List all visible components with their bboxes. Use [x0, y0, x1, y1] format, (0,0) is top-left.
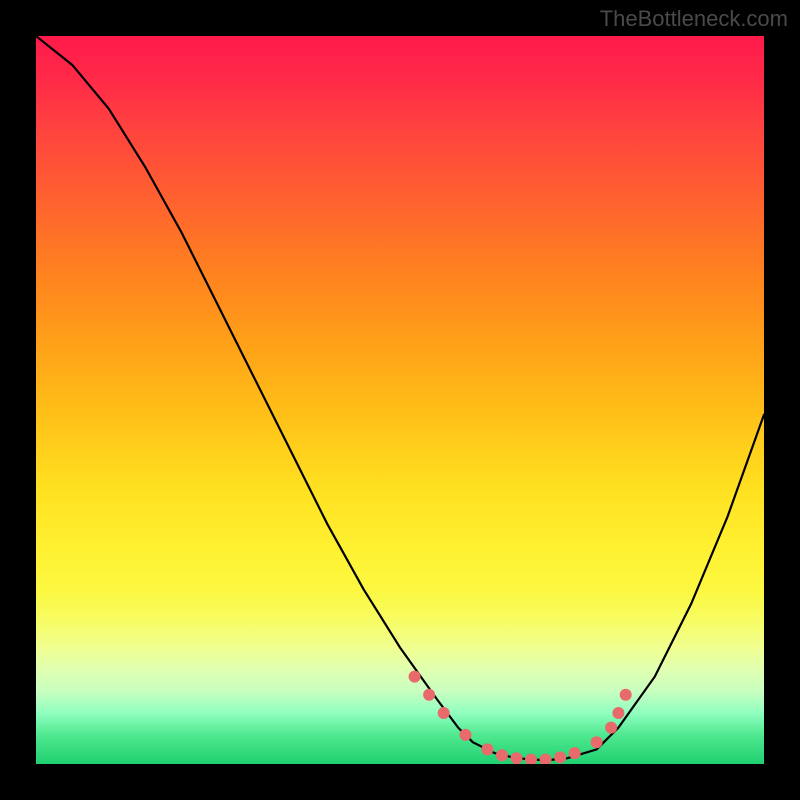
chart-svg [36, 36, 764, 764]
marker-dot [511, 752, 523, 764]
marker-dot [605, 722, 617, 734]
highlight-markers [409, 671, 632, 764]
marker-dot [409, 671, 421, 683]
marker-dot [481, 743, 493, 755]
marker-dot [620, 689, 632, 701]
marker-dot [460, 729, 472, 741]
marker-dot [569, 747, 581, 759]
chart-plot-area [36, 36, 764, 764]
marker-dot [540, 754, 552, 764]
marker-dot [496, 749, 508, 761]
marker-dot [612, 707, 624, 719]
bottleneck-curve-line [36, 36, 764, 760]
marker-dot [423, 689, 435, 701]
marker-dot [554, 751, 566, 763]
marker-dot [438, 707, 450, 719]
marker-dot [525, 754, 537, 764]
watermark-text: TheBottleneck.com [600, 6, 788, 32]
marker-dot [591, 736, 603, 748]
